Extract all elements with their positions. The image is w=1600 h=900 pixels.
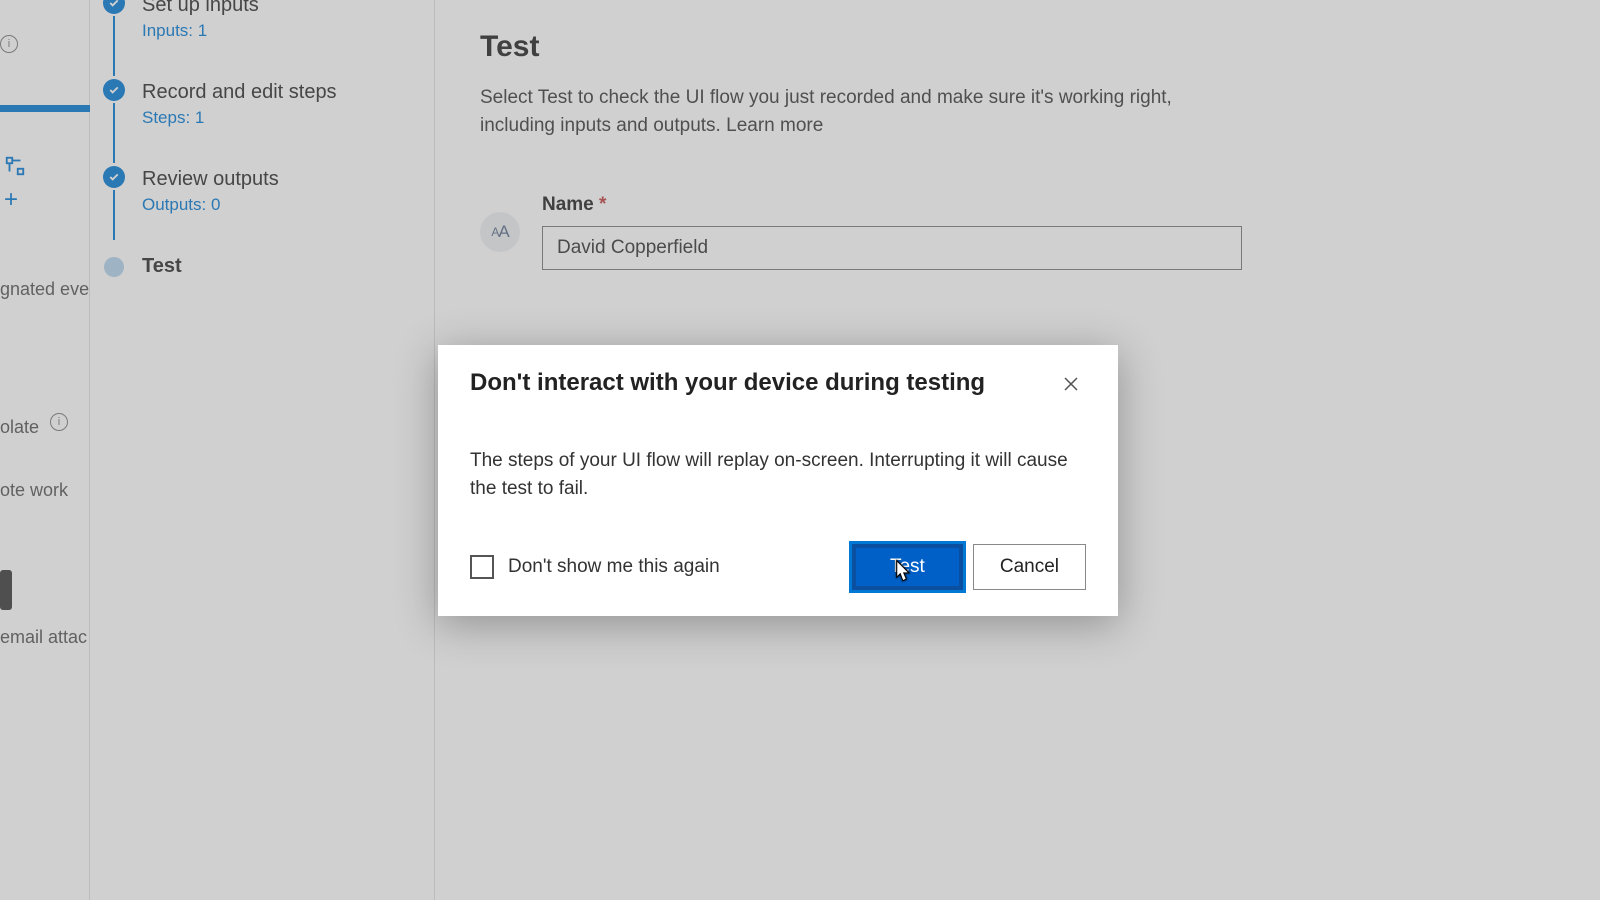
dont-show-label: Don't show me this again (508, 556, 720, 578)
test-warning-dialog: Don't interact with your device during t… (438, 345, 1118, 616)
dont-show-checkbox[interactable] (470, 555, 494, 579)
cancel-button[interactable]: Cancel (973, 544, 1086, 590)
dialog-body: The steps of your UI flow will replay on… (470, 447, 1070, 502)
close-icon[interactable] (1056, 369, 1086, 399)
test-button[interactable]: Test (852, 544, 963, 590)
dialog-title: Don't interact with your device during t… (470, 369, 985, 397)
